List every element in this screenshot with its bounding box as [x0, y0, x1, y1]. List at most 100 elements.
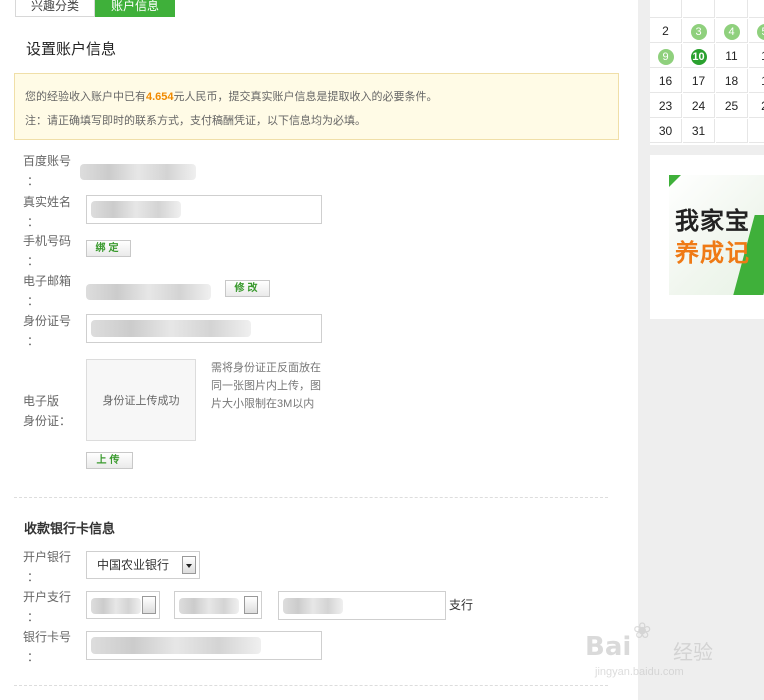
calendar-day-marker: 10 [690, 49, 707, 65]
main-content: 兴趣分类 账户信息 设置账户信息 您的经验收入账户中已有4.654元人民币，提交… [0, 0, 638, 700]
bind-phone-button[interactable]: 绑定 [86, 240, 131, 257]
id-number-input[interactable] [86, 314, 322, 343]
branch-name-value-redacted [283, 598, 343, 614]
id-number-label: 身份证号 ： [23, 311, 81, 351]
real-name-input[interactable] [86, 195, 322, 224]
paw-icon: ❀ [633, 618, 652, 643]
calendar-day[interactable]: 9 [650, 44, 682, 68]
card-number-label: 银行卡号 ： [23, 627, 81, 667]
ad-title-line-1: 我家宝 [675, 208, 750, 235]
chevron-down-icon[interactable] [182, 556, 196, 574]
calendar-day-marker: 9 [657, 49, 674, 65]
tab-interest-category[interactable]: 兴趣分类 [15, 0, 95, 17]
real-name-label-text: 真实姓名 [23, 195, 72, 209]
id-number-colon: ： [27, 334, 40, 348]
bank-label-text: 开户银行 [23, 550, 72, 564]
real-name-label: 真实姓名 ： [23, 192, 81, 232]
phone-colon: ： [27, 254, 40, 268]
calendar-day[interactable]: 16 [650, 69, 682, 93]
card-number-label-text: 银行卡号 [23, 630, 72, 644]
banner-corner-decoration [669, 175, 681, 187]
chevron-down-icon[interactable] [244, 596, 258, 614]
upload-id-card-button[interactable]: 上传 [86, 452, 133, 469]
calendar-day[interactable]: 17 [683, 69, 715, 93]
province-value-redacted [91, 598, 141, 614]
baidu-account-colon: ： [27, 174, 40, 188]
calendar-day[interactable]: 31 [683, 119, 715, 143]
calendar-day[interactable]: 24 [683, 94, 715, 118]
calendar-day [650, 0, 682, 18]
calendar-day [749, 0, 764, 18]
branch-label: 开户支行 ： [23, 587, 81, 627]
calendar-day[interactable]: 5 [749, 19, 764, 43]
calendar-day [716, 0, 748, 18]
calendar-day[interactable]: 4 [716, 19, 748, 43]
watermark-url: jingyan.baidu.com [595, 666, 684, 678]
calendar-day[interactable]: 1 [749, 44, 764, 68]
email-label-text: 电子邮箱 [23, 274, 72, 288]
ad-card[interactable]: 我家宝 养成记 [650, 155, 764, 319]
calendar-day[interactable]: 30 [650, 119, 682, 143]
id-card-label: 电子版 身份证： [23, 391, 81, 431]
calendar-day[interactable]: 25 [716, 94, 748, 118]
notice-line-2: 注：请正确填写即时的联系方式，支付稿酬凭证，以下信息均为必填。 [25, 115, 366, 127]
bank-select[interactable]: 中国农业银行 [86, 551, 200, 579]
phone-label: 手机号码 ： [23, 231, 81, 271]
id-card-label-line1: 电子版 [23, 394, 60, 408]
watermark-text: 经验 [673, 642, 713, 664]
section-divider [14, 497, 608, 498]
baidu-jingyan-watermark: Bai ❀ 经验 jingyan.baidu.com [585, 618, 735, 688]
branch-label-text: 开户支行 [23, 590, 72, 604]
email-value-redacted [86, 284, 211, 300]
id-card-upload-preview[interactable]: 身份证上传成功 [86, 359, 196, 441]
bank-colon: ： [27, 570, 40, 584]
notice-suffix: 元人民币，提交真实账户信息是提取收入的必要条件。 [173, 91, 438, 103]
calendar-day[interactable]: 2 [650, 19, 682, 43]
bottom-divider [14, 685, 608, 686]
province-select[interactable] [86, 591, 160, 619]
baidu-account-label: 百度账号 ： [23, 151, 81, 191]
ad-banner[interactable]: 我家宝 养成记 [669, 175, 764, 295]
ad-title-line-2: 养成记 [675, 240, 750, 267]
calendar-day-marker: 3 [690, 24, 707, 40]
calendar-widget: 2345910111161718123242523031 [650, 0, 764, 145]
tab-account-info[interactable]: 账户信息 [95, 0, 175, 17]
income-amount: 4.654 [146, 91, 174, 103]
email-colon: ： [27, 294, 40, 308]
chevron-down-icon[interactable] [142, 596, 156, 614]
page-title: 设置账户信息 [26, 41, 117, 58]
watermark-logo: Bai [585, 632, 632, 662]
email-label: 电子邮箱 ： [23, 271, 81, 311]
calendar-day-marker: 4 [723, 24, 740, 40]
id-card-label-line2: 身份证： [23, 414, 72, 428]
notice-line-1: 您的经验收入账户中已有4.654元人民币，提交真实账户信息是提取收入的必要条件。 [25, 88, 438, 104]
calendar-day[interactable]: 11 [716, 44, 748, 68]
real-name-value-redacted [91, 201, 181, 218]
calendar-day[interactable]: 18 [716, 69, 748, 93]
real-name-colon: ： [27, 215, 40, 229]
id-number-value-redacted [91, 320, 251, 337]
bank-label: 开户银行 ： [23, 547, 81, 587]
income-notice: 您的经验收入账户中已有4.654元人民币，提交真实账户信息是提取收入的必要条件。… [14, 73, 619, 140]
baidu-account-value-redacted [80, 164, 196, 180]
calendar-day[interactable]: 2 [749, 94, 764, 118]
calendar-day[interactable]: 1 [749, 69, 764, 93]
bank-selected-value: 中国农业银行 [97, 558, 170, 572]
calendar-day[interactable]: 23 [650, 94, 682, 118]
calendar-day [683, 0, 715, 18]
edit-email-button[interactable]: 修改 [225, 280, 270, 297]
bank-section-title: 收款银行卡信息 [24, 521, 116, 536]
branch-colon: ： [27, 610, 40, 624]
calendar-day[interactable]: 3 [683, 19, 715, 43]
city-select[interactable] [174, 591, 262, 619]
branch-suffix: 支行 [449, 598, 474, 612]
calendar-day[interactable]: 10 [683, 44, 715, 68]
baidu-account-label-text: 百度账号 [23, 154, 72, 168]
phone-label-text: 手机号码 [23, 234, 72, 248]
branch-name-input[interactable] [278, 591, 446, 620]
card-number-input[interactable] [86, 631, 322, 660]
id-card-upload-hint: 需将身份证正反面放在同一张图片内上传，图片大小限制在3M以内 [211, 362, 321, 410]
card-number-value-redacted [91, 637, 261, 654]
city-value-redacted [179, 598, 239, 614]
calendar-day [749, 119, 764, 143]
